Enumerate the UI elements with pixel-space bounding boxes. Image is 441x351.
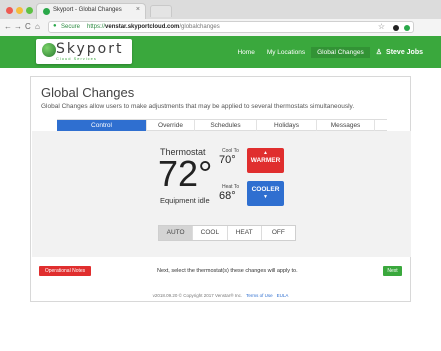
page-description: Global Changes allow users to make adjus…: [41, 103, 355, 110]
up-arrow-icon: ▲: [263, 150, 268, 156]
user-icon: ♙: [375, 49, 383, 56]
global-changes-card: Global Changes Global Changes allow user…: [30, 76, 411, 302]
cooler-button[interactable]: COOLER ▼: [247, 181, 284, 206]
heat-to-value: 68°: [219, 190, 236, 202]
mode-auto[interactable]: AUTO: [159, 226, 194, 240]
down-arrow-icon: ▼: [263, 194, 268, 200]
mode-off[interactable]: OFF: [262, 226, 295, 240]
logo-subtitle: Cloud Services: [56, 56, 97, 61]
tab-messages[interactable]: Messages: [317, 120, 375, 131]
nav-global-changes[interactable]: Global Changes: [311, 47, 370, 58]
window-minimize-button[interactable]: [16, 7, 23, 14]
extension-icon[interactable]: [393, 25, 399, 31]
browser-tab-title: Skyport - Global Changes: [53, 7, 122, 13]
back-icon[interactable]: ←: [4, 21, 12, 33]
footer: v2018.09.20 © Copyright 2017 Venstar® In…: [31, 293, 410, 298]
control-panel: Thermostat 72° Equipment idle Cool To 70…: [32, 131, 411, 257]
tab-schedules[interactable]: Schedules: [195, 120, 257, 131]
tab-strip: Skyport - Global Changes ×: [0, 0, 441, 19]
cool-to-value: 70°: [219, 154, 236, 166]
eula-link[interactable]: EULA: [277, 293, 289, 298]
nav-home[interactable]: Home: [231, 47, 260, 58]
next-instruction: Next, select the thermostat(s) these cha…: [157, 268, 298, 274]
url-prefix: https://: [87, 24, 106, 30]
user-name: Steve Jobs: [386, 49, 423, 56]
logo-text: Skyport: [56, 41, 124, 57]
next-button[interactable]: Next: [383, 266, 402, 276]
tab-close-icon[interactable]: ×: [136, 6, 140, 13]
browser-chrome: Skyport - Global Changes × ← → C ⌂ ● Sec…: [0, 0, 441, 36]
url-path: /globalchanges: [179, 24, 220, 30]
extension-icon[interactable]: [404, 25, 410, 31]
browser-tab[interactable]: Skyport - Global Changes ×: [36, 3, 146, 19]
tab-holidays[interactable]: Holidays: [257, 120, 317, 131]
home-icon[interactable]: ⌂: [35, 21, 40, 33]
window-zoom-button[interactable]: [26, 7, 33, 14]
mode-cool[interactable]: COOL: [193, 226, 228, 240]
equipment-status: Equipment idle: [160, 196, 210, 205]
logo-swoosh-icon: [42, 43, 56, 57]
url-text: https://venstar.skyportcloud.com/globalc…: [87, 24, 220, 30]
page-title: Global Changes: [41, 85, 135, 100]
copyright-text: v2018.09.20 © Copyright 2017 Venstar® In…: [152, 293, 243, 298]
browser-toolbar: ← → C ⌂ ● Secure https://venstar.skyport…: [0, 19, 441, 36]
mode-heat[interactable]: HEAT: [228, 226, 262, 240]
url-host: venstar.skyportcloud.com: [105, 24, 180, 30]
bookmark-star-icon[interactable]: ☆: [378, 22, 385, 31]
main-nav: Home My Locations Global Changes ♙ Steve …: [231, 47, 429, 58]
tab-override[interactable]: Override: [147, 120, 195, 131]
address-bar[interactable]: ● Secure https://venstar.skyportcloud.co…: [48, 21, 414, 33]
skyport-logo[interactable]: Skyport Cloud Services: [36, 39, 132, 64]
favicon-icon: [43, 8, 50, 15]
new-tab-button[interactable]: [150, 5, 172, 17]
current-temperature: 72°: [158, 153, 213, 194]
tab-control[interactable]: Control: [57, 120, 147, 131]
mode-selector: AUTO COOL HEAT OFF: [158, 225, 296, 241]
lock-icon: ●: [53, 23, 57, 29]
secure-label: Secure: [61, 24, 81, 30]
reload-icon[interactable]: C: [25, 21, 31, 33]
terms-link[interactable]: Terms of Use: [246, 293, 273, 298]
site-header: Skyport Cloud Services Home My Locations…: [0, 36, 441, 68]
user-menu[interactable]: ♙ Steve Jobs: [370, 47, 429, 58]
section-tabs: Control Override Schedules Holidays Mess…: [57, 119, 387, 131]
window-close-button[interactable]: [6, 7, 13, 14]
warmer-label: WARMER: [250, 157, 281, 164]
nav-my-locations[interactable]: My Locations: [261, 47, 311, 58]
forward-icon[interactable]: →: [14, 21, 22, 33]
operational-notes-button[interactable]: Operational Notes: [39, 266, 91, 276]
cooler-label: COOLER: [251, 186, 280, 193]
warmer-button[interactable]: ▲ WARMER: [247, 148, 284, 173]
